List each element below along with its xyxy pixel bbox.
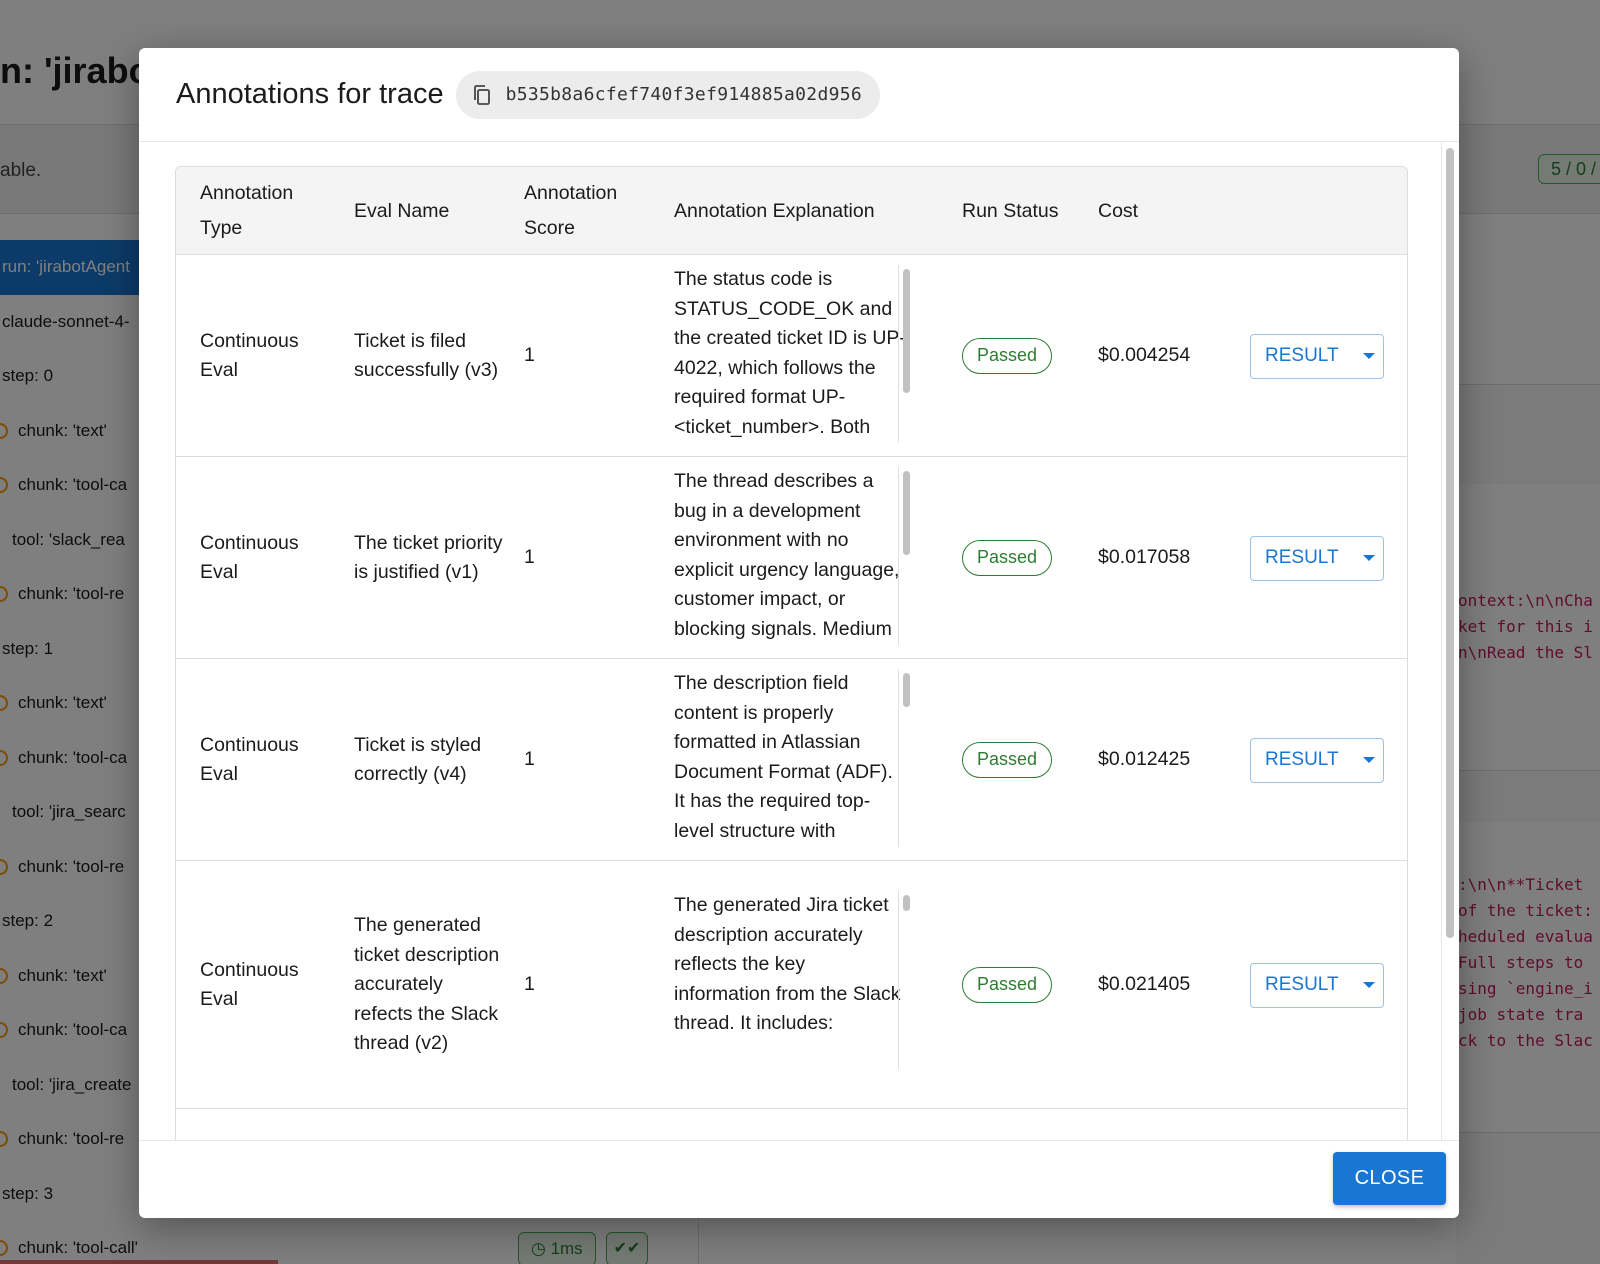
action-cell: RESULT xyxy=(1250,255,1390,457)
trace-id: b535b8a6cfef740f3ef914885a02d956 xyxy=(505,84,862,105)
dialog-title: Annotations for trace xyxy=(176,78,444,110)
explanation-scrollbar-thumb[interactable] xyxy=(903,269,910,393)
eval-name: The generated ticket description accurat… xyxy=(354,914,500,1055)
explanation-scrollbar[interactable] xyxy=(898,265,912,443)
column-header-cost: Cost xyxy=(1098,199,1139,222)
dialog-footer: CLOSE xyxy=(139,1140,1459,1218)
column-header-annotation-score: Annotation Score xyxy=(524,182,618,239)
caret-down-icon xyxy=(1362,757,1375,763)
table-row: Continuous Eval The generated ticket desc… xyxy=(176,861,1407,1109)
dialog-scrollbar[interactable] xyxy=(1441,142,1459,1140)
annotation-type: Continuous Eval xyxy=(200,958,299,1011)
status-badge: Passed xyxy=(962,338,1053,374)
annotation-score: 1 xyxy=(524,973,535,996)
annotation-explanation[interactable]: The status code is STATUS_CODE_OK and th… xyxy=(674,265,906,443)
cost-value: $0.021405 xyxy=(1098,973,1191,996)
annotation-explanation[interactable]: The thread describes a bug in a developm… xyxy=(674,467,906,645)
close-button[interactable]: CLOSE xyxy=(1333,1152,1446,1205)
cost-value: $0.017058 xyxy=(1098,546,1191,569)
annotations-table: Annotation Type Eval Name Annotation Sco… xyxy=(175,166,1408,1140)
annotation-score: 1 xyxy=(524,748,535,771)
table-row: Continuous Eval The ticket priority is ju… xyxy=(176,457,1407,659)
action-cell: RESULT xyxy=(1250,457,1390,659)
explanation-scrollbar-thumb[interactable] xyxy=(903,895,910,911)
cost-value: $0.012425 xyxy=(1098,748,1191,771)
result-dropdown-button[interactable]: RESULT xyxy=(1250,333,1384,379)
table-row: Continuous Eval Ticket is styled correctl… xyxy=(176,659,1407,861)
annotation-score: 1 xyxy=(524,546,535,569)
table-body: Continuous Eval Ticket is filed successfu… xyxy=(176,255,1407,1140)
action-cell: RESULT xyxy=(1250,861,1390,1109)
column-header-annotation-explanation: Annotation Explanation xyxy=(674,199,875,222)
run-status-cell: Passed xyxy=(962,659,1082,861)
status-badge: Passed xyxy=(962,540,1053,576)
result-button-label: RESULT xyxy=(1265,974,1339,995)
annotation-type: Continuous Eval xyxy=(200,733,299,786)
annotations-dialog: Annotations for trace b535b8a6cfef740f3e… xyxy=(139,48,1459,1218)
dialog-scrollbar-thumb[interactable] xyxy=(1446,148,1454,938)
annotation-explanation[interactable]: The description field content is properl… xyxy=(674,669,906,847)
explanation-scrollbar[interactable] xyxy=(898,467,912,645)
run-status-cell: Passed xyxy=(962,457,1082,659)
table-header: Annotation Type Eval Name Annotation Sco… xyxy=(176,167,1407,255)
result-button-label: RESULT xyxy=(1265,547,1339,568)
annotation-explanation[interactable]: The generated Jira ticket description ac… xyxy=(674,891,906,1069)
annotation-type: Continuous Eval xyxy=(200,329,299,382)
eval-name: Ticket is styled correctly (v4) xyxy=(354,733,482,786)
table-row: Continuous Eval Ticket is filed successfu… xyxy=(176,255,1407,457)
status-badge: Passed xyxy=(962,742,1053,778)
column-header-run-status: Run Status xyxy=(962,199,1059,222)
caret-down-icon xyxy=(1362,555,1375,561)
run-status-cell: Passed xyxy=(962,255,1082,457)
dialog-content[interactable]: Annotation Type Eval Name Annotation Sco… xyxy=(139,142,1459,1140)
explanation-scrollbar[interactable] xyxy=(898,669,912,847)
caret-down-icon xyxy=(1362,982,1375,988)
annotation-type: Continuous Eval xyxy=(200,531,299,584)
dialog-header: Annotations for trace b535b8a6cfef740f3e… xyxy=(139,48,1459,142)
result-button-label: RESULT xyxy=(1265,749,1339,770)
annotation-score: 1 xyxy=(524,344,535,367)
trace-id-chip[interactable]: b535b8a6cfef740f3ef914885a02d956 xyxy=(455,70,880,119)
result-dropdown-button[interactable]: RESULT xyxy=(1250,962,1384,1008)
column-header-eval-name: Eval Name xyxy=(354,199,450,222)
eval-name: The ticket priority is justified (v1) xyxy=(354,531,503,584)
status-badge: Passed xyxy=(962,967,1053,1003)
explanation-scrollbar-thumb[interactable] xyxy=(903,471,910,555)
copy-icon[interactable] xyxy=(470,83,494,107)
explanation-scrollbar[interactable] xyxy=(898,891,912,1069)
eval-name: Ticket is filed successfully (v3) xyxy=(354,329,499,382)
action-cell: RESULT xyxy=(1250,659,1390,861)
result-dropdown-button[interactable]: RESULT xyxy=(1250,737,1384,783)
caret-down-icon xyxy=(1362,353,1375,359)
column-header-annotation-type: Annotation Type xyxy=(200,182,294,239)
explanation-scrollbar-thumb[interactable] xyxy=(903,673,910,707)
result-dropdown-button[interactable]: RESULT xyxy=(1250,535,1384,581)
run-status-cell: Passed xyxy=(962,861,1082,1109)
table-row xyxy=(176,1109,1407,1140)
result-button-label: RESULT xyxy=(1265,345,1339,366)
cost-value: $0.004254 xyxy=(1098,344,1191,367)
